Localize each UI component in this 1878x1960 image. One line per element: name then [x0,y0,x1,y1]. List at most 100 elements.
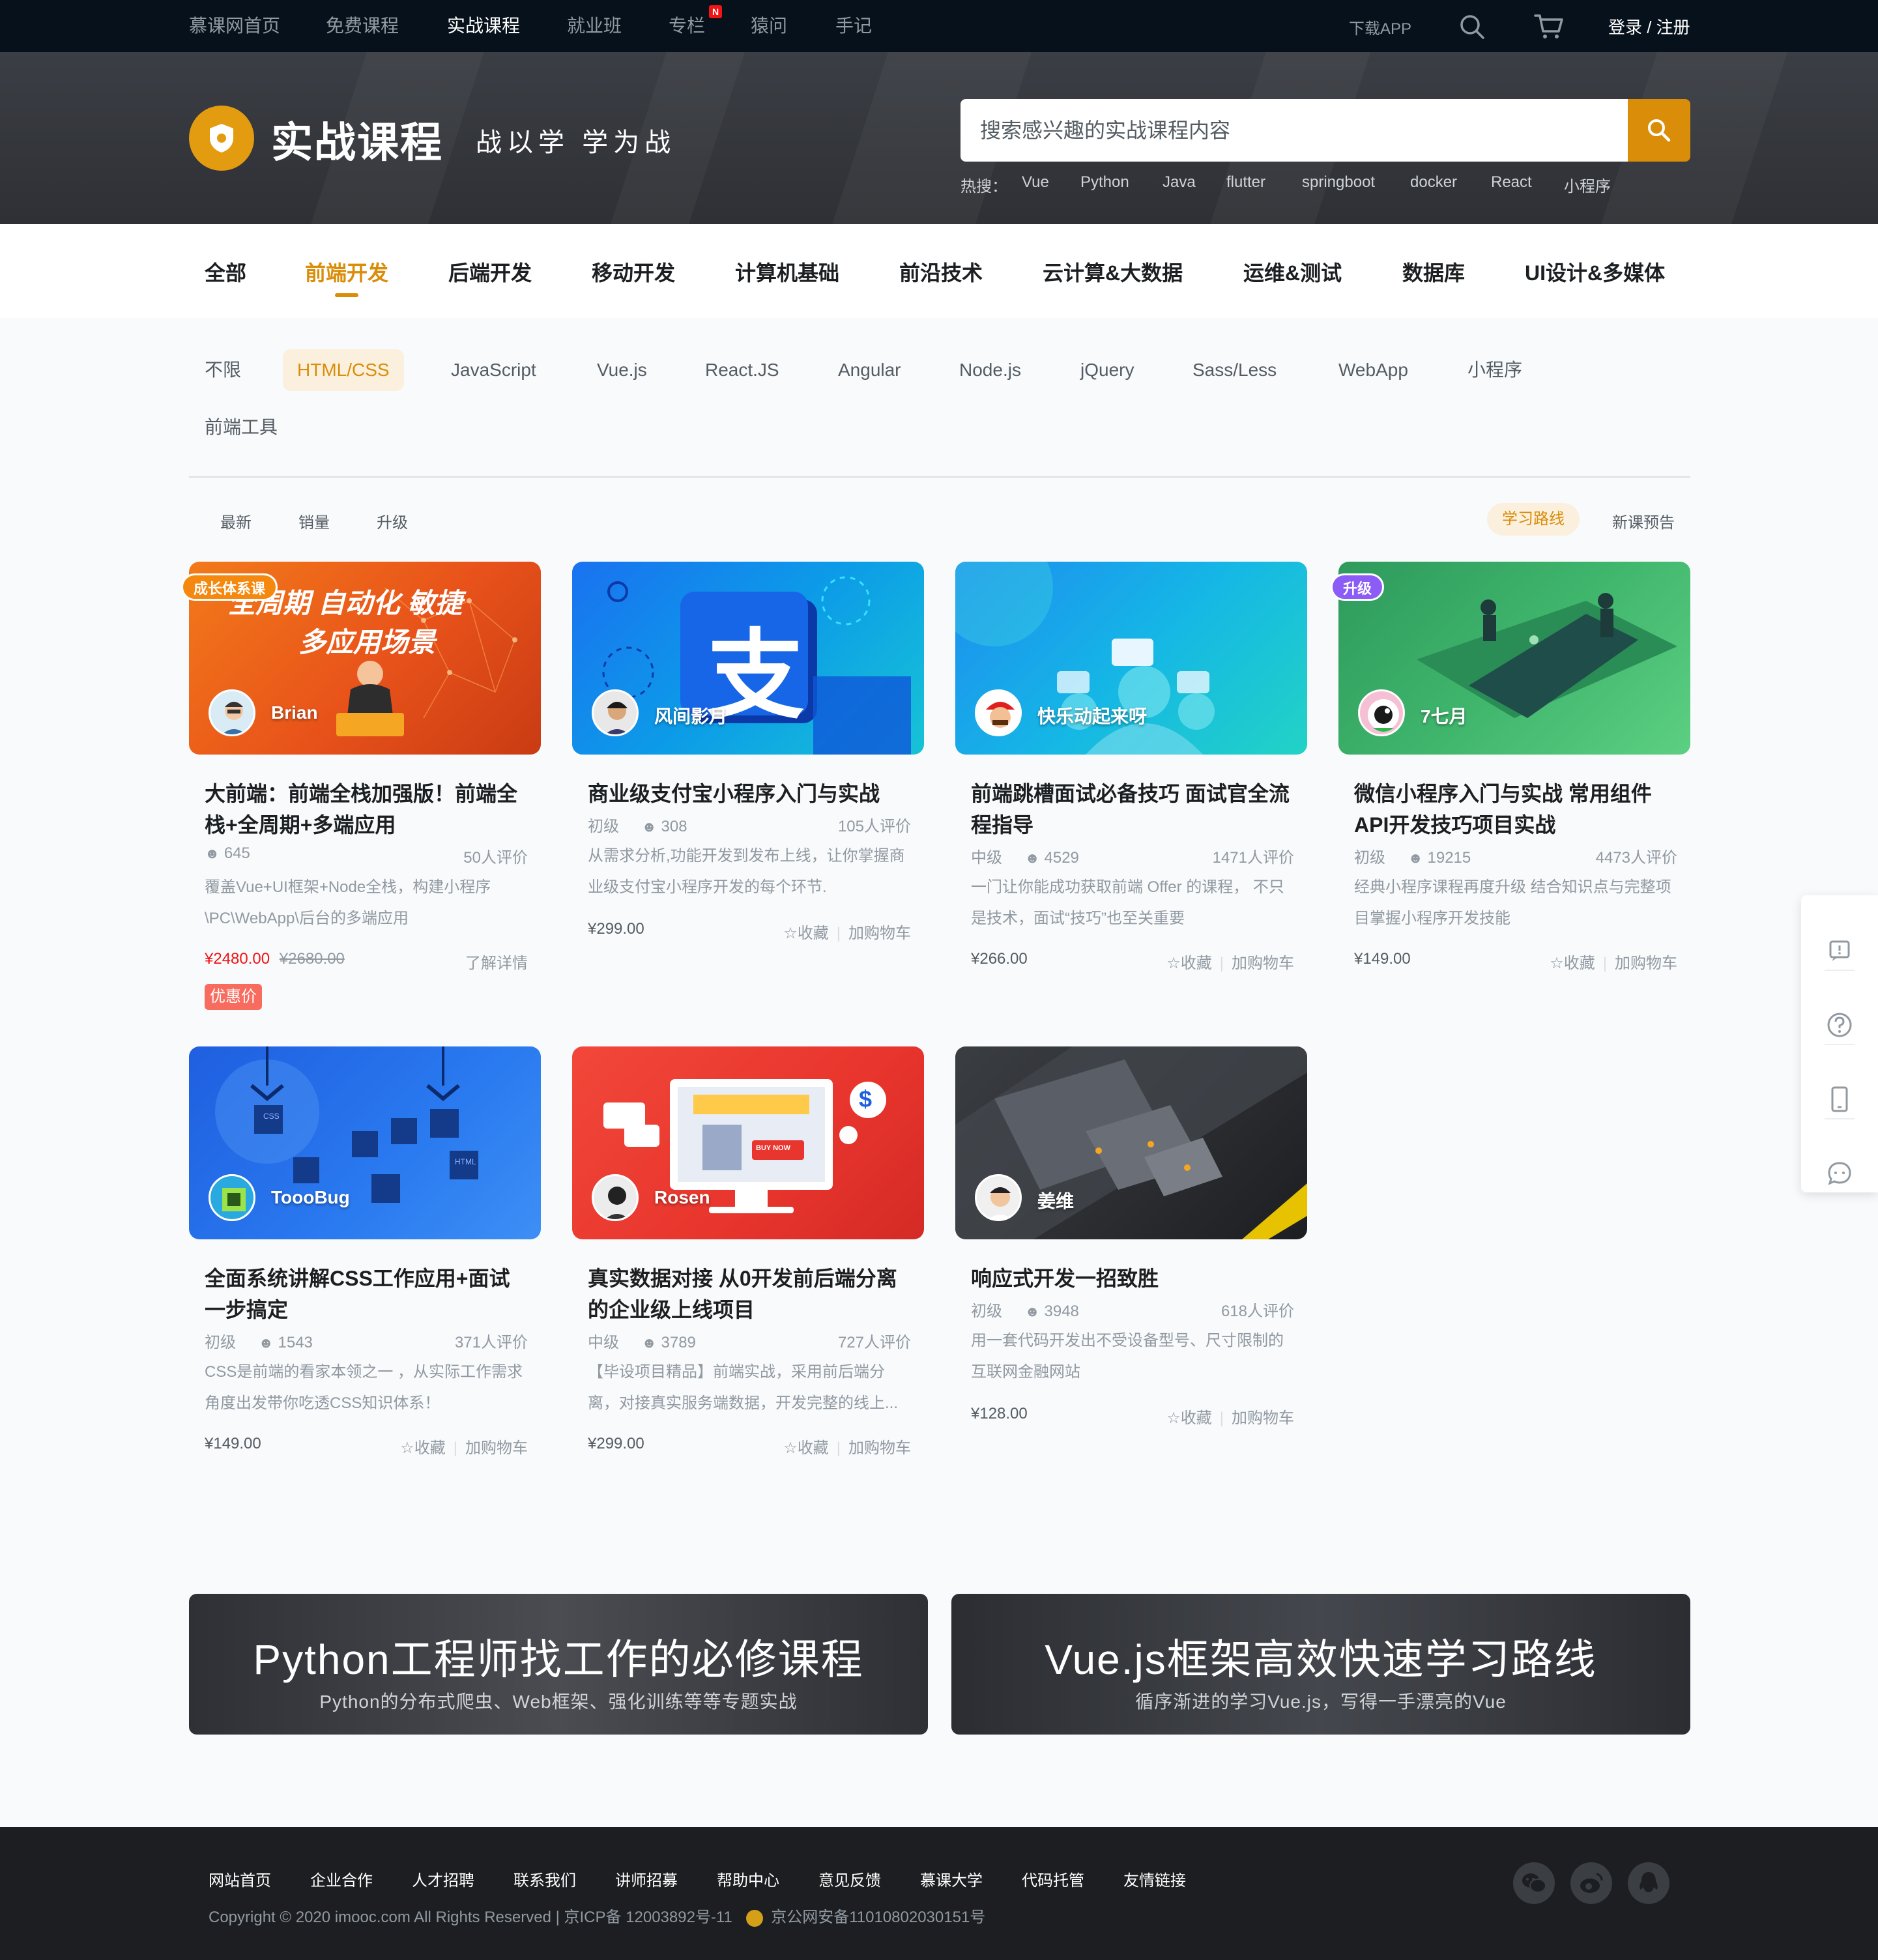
nav-home[interactable]: 慕课网首页 [189,14,280,38]
footer-link[interactable]: 意见反馈 [818,1867,881,1890]
add-to-cart-button[interactable]: 加购物车 [1232,955,1294,972]
original-price: ¥2680.00 [279,950,345,968]
mobile-icon[interactable] [1821,1080,1858,1118]
hot-search-tag[interactable]: docker [1410,173,1457,192]
nav-column[interactable]: 专栏 [669,14,705,38]
banner-subtitle: Python的分布式爬虫、Web框架、强化训练等等专题实战 [319,1692,798,1712]
category-database[interactable]: 数据库 [1402,257,1465,287]
subcategory-frontend-tools[interactable]: 前端工具 [205,407,278,448]
footer-link[interactable]: 联系我们 [513,1867,576,1890]
category-frontend[interactable]: 前端开发 [305,257,388,287]
collect-button[interactable]: 收藏 [798,925,829,942]
sort-latest[interactable]: 最新 [220,510,252,532]
nav-employment[interactable]: 就业班 [567,14,622,38]
collect-button[interactable]: 收藏 [798,1439,829,1457]
login-register-link[interactable]: 登录 / 注册 [1608,14,1690,38]
nav-notes[interactable]: 手记 [835,14,872,38]
course-actions: ☆收藏 | 加购物车 [783,925,911,942]
vue-path-banner[interactable]: Vue.js框架高效快速学习路线 循序渐进的学习Vue.js，写得一手漂亮的Vu… [951,1594,1690,1735]
collect-button[interactable]: 收藏 [1181,1409,1212,1427]
weibo-icon[interactable] [1570,1862,1612,1904]
add-to-cart-button[interactable]: 加购物车 [1615,955,1677,972]
category-backend[interactable]: 后端开发 [448,257,532,287]
hot-search-tag[interactable]: Vue [1022,173,1049,192]
course-title: 全面系统讲解CSS工作应用+面试一步搞定 [205,1267,510,1321]
nav-practical-courses[interactable]: 实战课程 [447,14,520,38]
subcategory-sass-less[interactable]: Sass/Less [1192,349,1277,391]
category-ops-testing[interactable]: 运维&测试 [1243,257,1342,287]
footer-link[interactable]: 慕课大学 [920,1867,983,1890]
nav-free-courses[interactable]: 免费课程 [326,14,399,38]
footer-link[interactable]: 网站首页 [209,1867,271,1890]
discount-badge: 优惠价 [205,984,262,1010]
footer-link[interactable]: 人才招聘 [412,1867,474,1890]
add-to-cart-button[interactable]: 加购物车 [465,1439,528,1457]
add-to-cart-button[interactable]: 加购物车 [848,1439,911,1457]
collect-button[interactable]: 收藏 [1181,955,1212,972]
collect-button[interactable]: 收藏 [1564,955,1595,972]
subcategory-any[interactable]: 不限 [205,349,241,391]
hot-search-tag[interactable]: Java [1163,173,1196,192]
star-icon[interactable]: ☆ [1550,955,1564,972]
qq-icon[interactable] [1628,1862,1669,1904]
category-mobile[interactable]: 移动开发 [592,257,675,287]
course-meta: 初级 ☻ 1543 371人评价 [205,1329,528,1351]
category-cs-basics[interactable]: 计算机基础 [735,257,839,287]
hot-search-tag[interactable]: 小程序 [1564,173,1611,196]
search-button[interactable] [1628,99,1690,162]
course-search-input[interactable] [961,99,1586,162]
star-icon[interactable]: ☆ [783,925,798,942]
search-icon[interactable] [1458,13,1486,40]
sort-upgrade[interactable]: 升级 [377,510,408,532]
hot-search-tag[interactable]: springboot [1302,173,1375,192]
help-icon[interactable] [1821,1006,1858,1044]
subcategory-nodejs[interactable]: Node.js [959,349,1021,391]
toolbar-divider [1825,1044,1855,1045]
subcategory-miniprogram[interactable]: 小程序 [1467,349,1522,391]
subcategory-angular[interactable]: Angular [838,349,901,391]
collect-button[interactable]: 收藏 [414,1439,446,1457]
subcategory-webapp[interactable]: WebApp [1338,349,1408,391]
subcategory-react[interactable]: React.JS [705,349,779,391]
subcategory-javascript[interactable]: JavaScript [451,349,536,391]
python-path-banner[interactable]: Python工程师找工作的必修课程 Python的分布式爬虫、Web框架、强化训… [189,1594,928,1735]
details-link[interactable]: 了解详情 [465,950,528,973]
subcategory-vue[interactable]: Vue.js [597,349,647,391]
wechat-icon[interactable] [1513,1862,1555,1904]
course-price: ¥299.00 [588,920,644,938]
star-icon[interactable]: ☆ [400,1439,414,1457]
sort-sales[interactable]: 销量 [298,510,330,532]
feedback-icon[interactable] [1821,932,1858,970]
nav-questions[interactable]: 猿问 [751,14,787,38]
download-app-link[interactable]: 下载APP [1349,16,1411,38]
review-count: 371人评价 [454,1334,528,1351]
course-level: 初级 [205,1334,236,1351]
footer-link[interactable]: 代码托管 [1022,1867,1084,1890]
star-icon[interactable]: ☆ [1166,1409,1181,1427]
footer-link[interactable]: 讲师招募 [615,1867,678,1890]
chat-icon[interactable] [1821,1155,1858,1192]
footer-link[interactable]: 企业合作 [310,1867,373,1890]
hot-search-label: 热搜： [961,178,1007,195]
category-cloud-bigdata[interactable]: 云计算&大数据 [1043,257,1183,287]
subcategory-jquery[interactable]: jQuery [1080,349,1134,391]
add-to-cart-button[interactable]: 加购物车 [1232,1409,1294,1427]
copyright-line: Copyright © 2020 imooc.com All Rights Re… [209,1904,985,1927]
footer-link[interactable]: 帮助中心 [717,1867,779,1890]
cart-icon[interactable] [1534,13,1564,40]
subcategory-html-css[interactable]: HTML/CSS [283,349,404,391]
teacher-name: 风间影月 [654,706,728,727]
star-icon[interactable]: ☆ [1166,955,1181,972]
star-icon[interactable]: ☆ [783,1439,798,1457]
hot-search-tag[interactable]: flutter [1226,173,1265,192]
toolbar-divider [1825,1118,1855,1119]
category-all[interactable]: 全部 [205,257,246,287]
category-frontier-tech[interactable]: 前沿技术 [899,257,983,287]
category-ui-design[interactable]: UI设计&多媒体 [1525,257,1665,287]
learning-path-button[interactable]: 学习路线 [1487,503,1580,536]
hot-search-tag[interactable]: Python [1080,173,1129,192]
footer-link[interactable]: 友情链接 [1123,1867,1186,1890]
hot-search-tag[interactable]: React [1491,173,1532,192]
new-course-preview-link[interactable]: 新课预告 [1612,510,1675,532]
add-to-cart-button[interactable]: 加购物车 [848,925,911,942]
